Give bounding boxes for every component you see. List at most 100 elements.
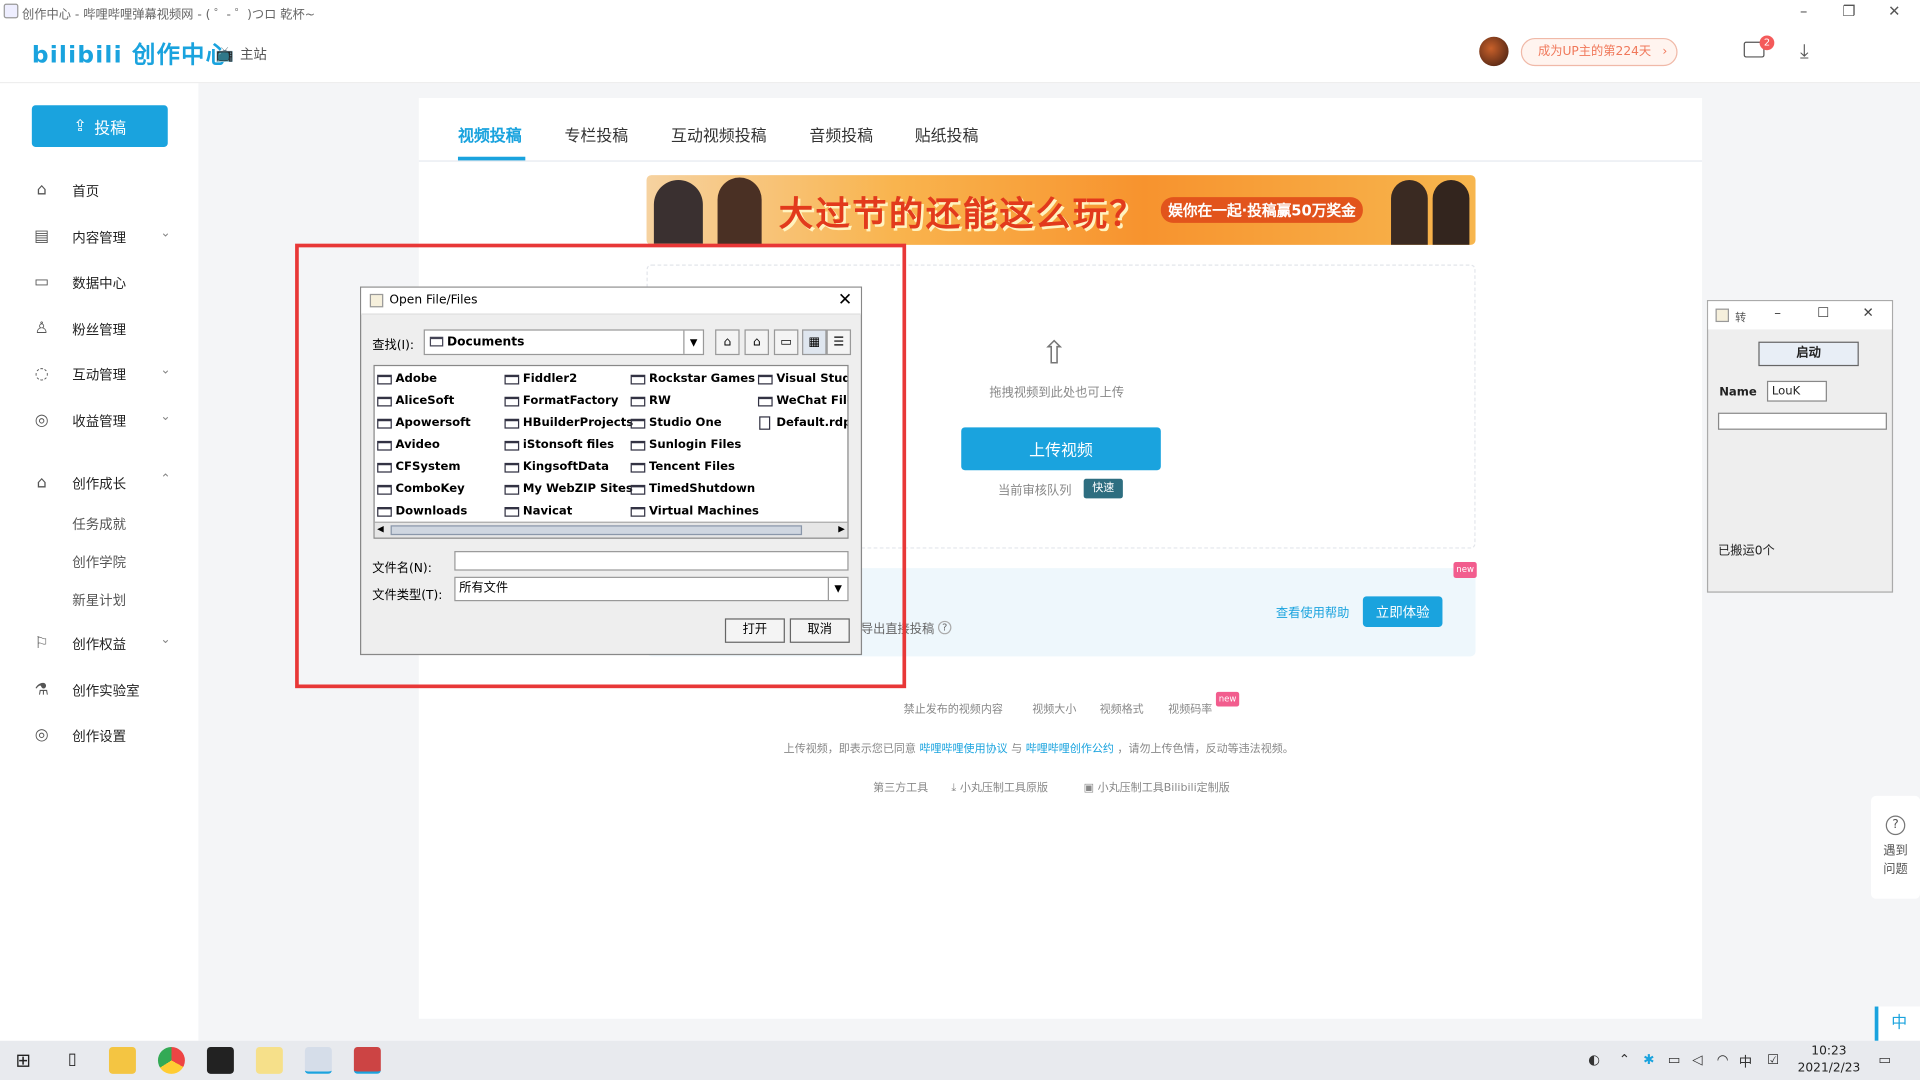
- file-item[interactable]: Adobe: [376, 371, 437, 388]
- sidebar-subitem[interactable]: 创作学院: [72, 552, 126, 572]
- help-app-icon[interactable]: [255, 1046, 283, 1074]
- download-icon[interactable]: ⤓: [1800, 39, 1809, 63]
- minimize-icon[interactable]: –: [1774, 305, 1781, 321]
- url-input[interactable]: [1717, 412, 1887, 430]
- task-view-icon[interactable]: ▯: [59, 1047, 86, 1074]
- close-icon[interactable]: ✕: [1862, 305, 1873, 321]
- sidebar-item-fans[interactable]: ♙ 粉丝管理: [0, 316, 198, 340]
- file-item[interactable]: KingsoftData: [503, 459, 609, 476]
- up-days-badge[interactable]: 成为UP主的第224天 ›: [1520, 37, 1678, 67]
- file-item[interactable]: Tencent Files: [629, 459, 735, 476]
- tab-interactive-video[interactable]: 互动视频投稿: [671, 122, 767, 145]
- sidebar-subitem[interactable]: 新星计划: [72, 590, 126, 610]
- scroll-right-icon[interactable]: ▶: [838, 524, 845, 534]
- tab-sticker[interactable]: 贴纸投稿: [915, 122, 979, 145]
- details-view-icon[interactable]: ☰: [826, 329, 852, 356]
- sync-icon[interactable]: ◐: [1588, 1052, 1600, 1068]
- upload-video-button[interactable]: 上传视频: [961, 427, 1161, 471]
- horizontal-scrollbar[interactable]: ◀ ▶: [374, 521, 848, 538]
- wifi-icon[interactable]: ◠: [1717, 1052, 1729, 1068]
- windows-start-icon[interactable]: ⊞: [10, 1047, 37, 1074]
- sidebar-item-revenue[interactable]: ◎ 收益管理 ⌄: [0, 408, 198, 432]
- bilibili-logo[interactable]: bilibili 创作中心: [32, 37, 230, 70]
- bilibili-app-icon[interactable]: [353, 1046, 381, 1074]
- sidebar-item-interaction[interactable]: ◌ 互动管理 ⌄: [0, 361, 198, 385]
- maximize-icon[interactable]: ☐: [1817, 305, 1829, 321]
- file-explorer-icon[interactable]: [108, 1046, 136, 1074]
- help-circle-icon[interactable]: ?: [937, 620, 952, 635]
- view-help-link[interactable]: 查看使用帮助: [1276, 602, 1349, 620]
- file-item[interactable]: RW: [629, 393, 671, 410]
- sidebar-item-settings[interactable]: ◎ 创作设置: [0, 722, 198, 746]
- file-item[interactable]: iStonsoft files: [503, 437, 614, 454]
- file-item[interactable]: Fiddler2: [503, 371, 577, 388]
- file-item[interactable]: Rockstar Games: [629, 371, 755, 388]
- restore-icon[interactable]: ❐: [1837, 2, 1861, 19]
- notification-icon[interactable]: ▭: [1878, 1052, 1891, 1068]
- intellij-icon[interactable]: [206, 1046, 234, 1074]
- home-link[interactable]: 📺 主站: [216, 44, 267, 64]
- up-folder-icon[interactable]: ⌂: [715, 329, 740, 356]
- scroll-left-icon[interactable]: ◀: [377, 524, 384, 534]
- look-in-combobox[interactable]: Documents ▼: [423, 329, 705, 356]
- tool-xiaowan-original[interactable]: ⤓ 小丸压制工具原版: [951, 779, 1048, 794]
- file-item[interactable]: Avideo: [376, 437, 440, 454]
- file-item[interactable]: Studio One: [629, 415, 722, 432]
- battery-icon[interactable]: ▭: [1668, 1052, 1681, 1068]
- home-folder-icon[interactable]: ⌂: [744, 329, 769, 356]
- try-now-button[interactable]: 立即体验: [1362, 596, 1443, 627]
- file-item[interactable]: HBuilderProjects: [503, 415, 633, 432]
- filename-input[interactable]: [454, 551, 849, 571]
- link-video-size[interactable]: 视频大小: [1032, 700, 1076, 716]
- link-video-format[interactable]: 视频格式: [1100, 700, 1144, 716]
- file-item[interactable]: FormatFactory: [503, 393, 618, 410]
- faq-float-button[interactable]: ? 遇到 问题: [1871, 795, 1920, 899]
- file-item[interactable]: Downloads: [376, 503, 467, 520]
- file-item[interactable]: TimedShutdown: [629, 481, 755, 498]
- cancel-button[interactable]: 取消: [789, 618, 850, 643]
- tab-video[interactable]: 视频投稿: [458, 122, 522, 145]
- java-icon[interactable]: [304, 1046, 332, 1074]
- avatar[interactable]: [1479, 36, 1509, 67]
- file-item[interactable]: CFSystem: [376, 459, 460, 476]
- sidebar-item-content[interactable]: ▤ 内容管理 ⌄: [0, 224, 198, 248]
- sidebar-subitem[interactable]: 任务成就: [72, 514, 126, 534]
- chrome-icon[interactable]: [157, 1046, 185, 1074]
- tool-xiaowan-bilibili[interactable]: ▣ 小丸压制工具Bilibili定制版: [1084, 779, 1230, 794]
- file-item[interactable]: Apowersoft: [376, 415, 471, 432]
- link-prohibited-content[interactable]: 禁止发布的视频内容: [904, 700, 1003, 716]
- sidebar-item-data[interactable]: ▭ 数据中心: [0, 269, 198, 293]
- tab-column[interactable]: 专栏投稿: [564, 122, 628, 145]
- sidebar-item-home[interactable]: ⌂ 首页: [0, 178, 198, 202]
- volume-icon[interactable]: ◁: [1692, 1052, 1702, 1068]
- sidebar-item-lab[interactable]: ⚗ 创作实验室: [0, 677, 198, 701]
- file-item[interactable]: WeChat Files: [757, 393, 847, 410]
- filetype-select[interactable]: 所有文件 ▼: [454, 576, 849, 602]
- list-view-icon[interactable]: ▦: [802, 329, 827, 356]
- bluetooth-icon[interactable]: ✱: [1643, 1052, 1654, 1068]
- ime-indicator[interactable]: 中: [1874, 1006, 1920, 1041]
- start-button[interactable]: 启动: [1758, 341, 1859, 367]
- close-icon[interactable]: ✕: [1882, 2, 1906, 19]
- file-item[interactable]: Visual Studio: [757, 371, 847, 388]
- chevron-up-icon[interactable]: ⌃: [1619, 1052, 1630, 1068]
- file-item[interactable]: My WebZIP Sites: [503, 481, 633, 498]
- file-item[interactable]: Sunlogin Files: [629, 437, 741, 454]
- sidebar-item-growth[interactable]: ⌂ 创作成长 ⌃: [0, 470, 198, 494]
- minimize-icon[interactable]: –: [1791, 2, 1815, 19]
- dropdown-arrow-icon[interactable]: ▼: [827, 577, 848, 601]
- file-list[interactable]: Adobe AliceSoft Apowersoft Avideo CFSyst…: [373, 364, 849, 539]
- new-folder-icon[interactable]: ▭: [773, 329, 799, 356]
- file-item[interactable]: Navicat: [503, 503, 572, 520]
- system-clock[interactable]: 10:23 2021/2/23: [1798, 1043, 1861, 1077]
- submit-button[interactable]: ⇪ 投稿: [31, 105, 168, 147]
- name-input[interactable]: LouK: [1766, 380, 1827, 402]
- file-item[interactable]: AliceSoft: [376, 393, 454, 410]
- file-item[interactable]: ComboKey: [376, 481, 465, 498]
- scroll-thumb[interactable]: [390, 525, 803, 536]
- file-item[interactable]: Virtual Machines: [629, 503, 759, 520]
- dropdown-arrow-icon[interactable]: ▼: [683, 330, 703, 354]
- ime-icon[interactable]: 中: [1739, 1052, 1752, 1072]
- open-button[interactable]: 打开: [724, 618, 785, 643]
- close-icon[interactable]: ✕: [838, 290, 852, 310]
